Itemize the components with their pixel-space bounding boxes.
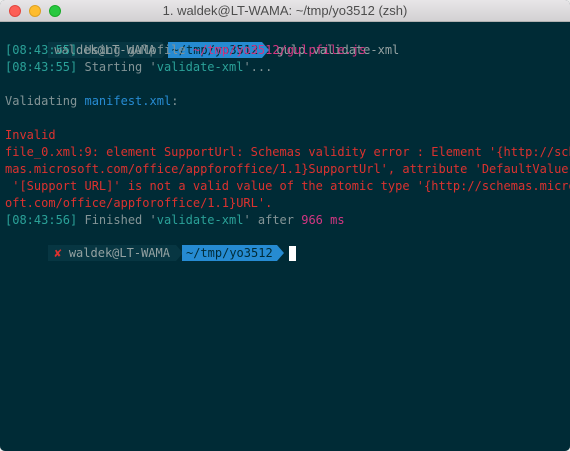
duration: 966 ms [301,213,345,227]
prompt-path: ~/tmp/yo3512 [185,246,273,260]
invalid-line: Invalid [5,128,56,142]
terminal-window: 1. waldek@LT-WAMA: ~/tmp/yo3512 (zsh) wa… [0,0,570,451]
window-title: 1. waldek@LT-WAMA: ~/tmp/yo3512 (zsh) [162,3,408,18]
log-text: '... [243,60,273,74]
task-name: validate-xml [156,60,244,74]
prompt-line: waldek@LT-WAMA ~/tmp/yo3512 gulp validate… [5,25,399,58]
validating-suffix: : [171,94,179,108]
prompt-path-segment: ~/tmp/yo3512 [181,245,277,261]
validating-label: Validating [5,94,85,108]
error-line: mas.microsoft.com/office/appforoffice/1.… [5,162,570,176]
error-status-icon: ✘ [54,246,62,260]
log-text: Using gulpfile [77,43,193,57]
log-timestamp: [08:43:55] [5,60,78,74]
terminal-cursor[interactable] [288,246,296,261]
prompt-user-host: waldek@LT-WAMA [68,246,170,260]
validating-line: Validating manifest.xml: [5,93,178,110]
log-text: Finished ' [77,213,157,227]
gulpfile-path: ~/tmp/yo3512/gulpfile.js [192,43,367,57]
prompt-user-segment: ✘ waldek@LT-WAMA [48,245,183,261]
terminal-output[interactable]: waldek@LT-WAMA ~/tmp/yo3512 gulp validate… [0,22,570,451]
log-timestamp: [08:43:56] [5,213,78,227]
error-line: file_0.xml:9: element SupportUrl: Schema… [5,145,570,159]
log-line-starting: [08:43:55] Starting 'validate-xml'... [5,59,272,76]
log-timestamp: [08:43:55] [5,43,78,57]
powerline-separator-icon [276,245,284,261]
error-line: oft.com/office/appforoffice/1.1}URL'. [5,196,273,210]
log-line-using: [08:43:55] Using gulpfile ~/tmp/yo3512/g… [5,42,366,59]
log-text: Starting ' [77,60,157,74]
log-text: ' after [243,213,302,227]
validating-file: manifest.xml [84,94,172,108]
error-line: '[Support URL]' is not a valid value of … [5,179,570,193]
prompt-line: ✘ waldek@LT-WAMA ~/tmp/yo3512 [5,228,296,261]
task-name: validate-xml [156,213,244,227]
title-bar: 1. waldek@LT-WAMA: ~/tmp/yo3512 (zsh) [0,0,570,22]
log-line-finished: [08:43:56] Finished 'validate-xml' after… [5,212,345,229]
